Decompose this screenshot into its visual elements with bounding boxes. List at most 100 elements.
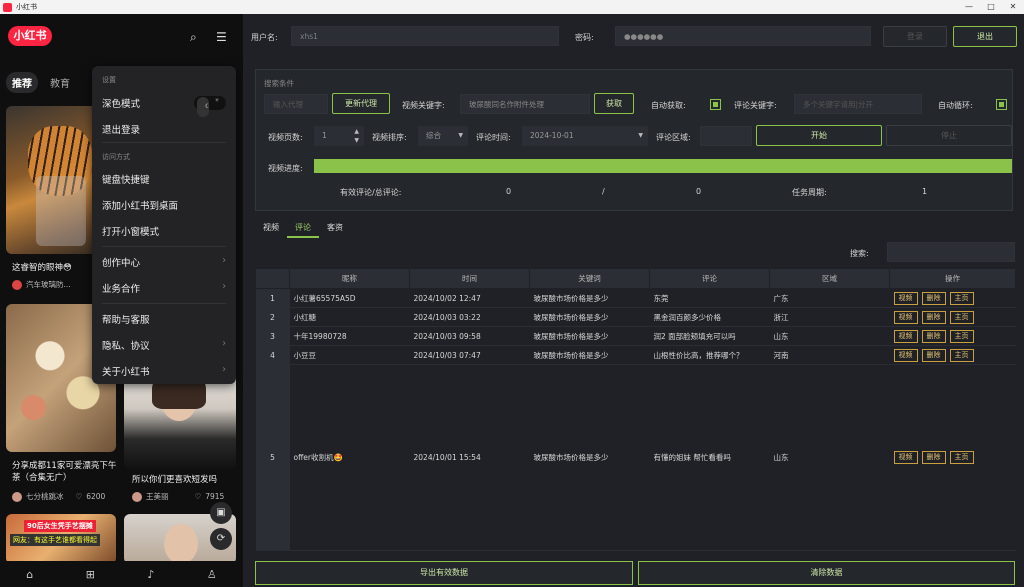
heart-icon[interactable]: ♡ [195,492,202,501]
auto-fetch-checkbox[interactable] [710,99,721,110]
menu-item-small-window[interactable]: 打开小窗模式 [102,224,226,238]
menu-item-business[interactable]: 业务合作 › [102,281,226,295]
author-name[interactable]: 王美丽 [146,491,169,502]
moon-icon[interactable]: ☾ [197,97,210,117]
exit-button[interactable]: 退出 [953,26,1017,47]
spin-arrows-icon[interactable]: ▲ ▼ [354,127,359,145]
col-keyword[interactable]: 关键词 [529,268,650,289]
heart-icon[interactable]: ♡ [76,492,83,501]
search-icon[interactable]: ⌕ [190,30,197,45]
notification-icon[interactable]: ♪ [147,568,154,581]
image-icon[interactable]: ▣ [210,502,232,524]
sun-icon[interactable]: ☀ [211,97,223,109]
tab-education[interactable]: 教育 [44,72,76,93]
menu-item-shortcuts[interactable]: 键盘快捷键 [102,172,226,186]
settings-menu: 设置 深色模式 ⇄ ☀ ☾ 退出登录 访问方式 键盘快捷键 添加小红书到桌面 打… [92,66,236,384]
homepage-button[interactable]: 主页 [949,348,974,362]
tab-recommend[interactable]: 推荐 [6,72,38,93]
view-video-button[interactable]: 视频 [893,329,918,343]
export-button[interactable]: 导出有效数据 [255,561,633,585]
chevron-down-icon: ▼ [638,132,643,139]
col-comment[interactable]: 评论 [649,268,770,289]
maximize-button[interactable]: □ [980,0,1002,14]
delete-button[interactable]: 删除 [921,329,946,343]
view-video-button[interactable]: 视频 [893,451,918,464]
feed-card-title[interactable]: 分享成都11家可爱漂亮下午茶（合集无广） [12,460,120,484]
pages-value: 1 [322,131,327,140]
delete-button[interactable]: 删除 [921,348,946,362]
update-proxy-button[interactable]: 更新代理 [332,93,390,114]
keyword-cell: 玻尿酸市场价格是多少 [529,326,650,346]
sort-select[interactable]: 综合 ▼ [418,126,468,146]
table-row[interactable]: 2 小红糖 2024/10/03 03:22 玻尿酸市场价格是多少 黑金润百颜多少价格浙… [255,307,1016,327]
home-icon[interactable]: ⌂ [26,568,33,581]
tab-comments[interactable]: 评论 [287,220,319,238]
table-search-input[interactable] [887,242,1015,262]
table-row[interactable]: 5 offer收割机🤩 2024/10/01 15:54 玻尿酸市场价格是多少 有懂的姐… [255,364,1016,551]
refresh-icon[interactable]: ⟳ [210,528,232,550]
pages-spinbox[interactable]: 1 ▲ ▼ [314,126,364,146]
theme-toggle[interactable]: ⇄ ☀ ☾ [194,96,226,117]
menu-item-creator[interactable]: 创作中心 › [102,255,226,269]
view-video-button[interactable]: 视频 [893,310,918,324]
menu-item-add-desktop[interactable]: 添加小红书到桌面 [102,198,226,212]
feed-card-image[interactable] [124,369,236,469]
avatar [12,279,22,290]
start-button[interactable]: 开始 [756,125,882,146]
tab-video[interactable]: 视频 [255,220,287,238]
menu-item-dark-mode[interactable]: 深色模式 ⇄ ☀ ☾ [102,96,226,117]
app-icon [3,2,12,12]
homepage-button[interactable]: 主页 [949,291,974,305]
stop-button[interactable]: 停止 [886,125,1012,146]
table-row[interactable]: 3 十年19980728 2024/10/03 09:58 玻尿酸市场价格是多少 润2 … [255,326,1016,346]
col-region[interactable]: 区域 [769,268,890,289]
profile-icon[interactable]: ♙ [207,568,217,581]
delete-button[interactable]: 删除 [921,291,946,305]
author-name[interactable]: 七分桃跳冰 [26,491,64,502]
menu-icon[interactable]: ☰ [216,30,227,44]
channel-tabs: 推荐 教育 [6,72,76,93]
clear-button[interactable]: 清除数据 [638,561,1015,585]
feed-card-image[interactable]: 90后女生凭手艺摆摊 网友：有这手艺谁都看得起 [6,514,116,564]
publish-icon[interactable]: ⊞ [86,568,95,581]
homepage-button[interactable]: 主页 [949,310,974,324]
password-input[interactable]: ●●●●●● [615,26,871,46]
fetch-button[interactable]: 获取 [594,93,634,114]
window-title: 小红书 [16,3,37,11]
username-input[interactable]: xhs1 [291,26,559,46]
xhs-web-pane: 小红书 ⌕ ☰ 推荐 教育 这睿智的眼神😳 汽车玻璃防... 分享成都11家可爱… [0,14,243,587]
row-index: 1 [255,288,290,308]
view-video-button[interactable]: 视频 [893,348,918,362]
login-button[interactable]: 登录 [883,26,947,47]
homepage-button[interactable]: 主页 [949,329,974,343]
menu-item-about[interactable]: 关于小红书 › [102,364,226,378]
comment-time-select[interactable]: 2024-10-01 ▼ [522,126,648,146]
auto-loop-checkbox[interactable] [996,99,1007,110]
region-input[interactable] [700,126,752,146]
menu-item-privacy[interactable]: 隐私、协议 › [102,338,226,352]
menu-item-logout[interactable]: 退出登录 [102,122,226,136]
view-video-button[interactable]: 视频 [893,291,918,305]
proxy-input[interactable]: 输入代理 [264,94,328,114]
delete-button[interactable]: 删除 [921,310,946,324]
delete-button[interactable]: 删除 [921,451,946,464]
tab-leads[interactable]: 客资 [319,220,351,238]
comment-keyword-input[interactable]: 多个关键字请用|分开 [794,94,922,114]
minimize-button[interactable]: — [958,0,980,14]
password-label: 密码: [575,33,594,42]
username-label: 用户名: [251,33,278,42]
video-keyword-input[interactable]: 玻尿酸同名作附件处理 [460,94,590,114]
table-row[interactable]: 1 小红薯65575A5D 2024/10/02 12:47 玻尿酸市场价格是多少 东莞… [255,288,1016,308]
homepage-button[interactable]: 主页 [949,451,974,464]
menu-item-help[interactable]: 帮助与客服 [102,312,226,326]
col-time[interactable]: 时间 [409,268,530,289]
author-name[interactable]: 汽车玻璃防... [26,279,71,290]
xhs-logo[interactable]: 小红书 [8,26,52,46]
comment-time-label: 评论时间: [476,133,511,142]
dark-mode-label: 深色模式 [102,99,141,110]
col-nickname[interactable]: 昵称 [289,268,410,289]
table-row[interactable]: 4 小豆豆 2024/10/03 07:47 玻尿酸市场价格是多少 山根性价比高，推荐哪… [255,345,1016,365]
region-cell: 山东 [769,364,890,551]
feed-card-title[interactable]: 所以你们更喜欢短发吗 [132,474,240,486]
close-button[interactable]: ✕ [1002,0,1024,14]
